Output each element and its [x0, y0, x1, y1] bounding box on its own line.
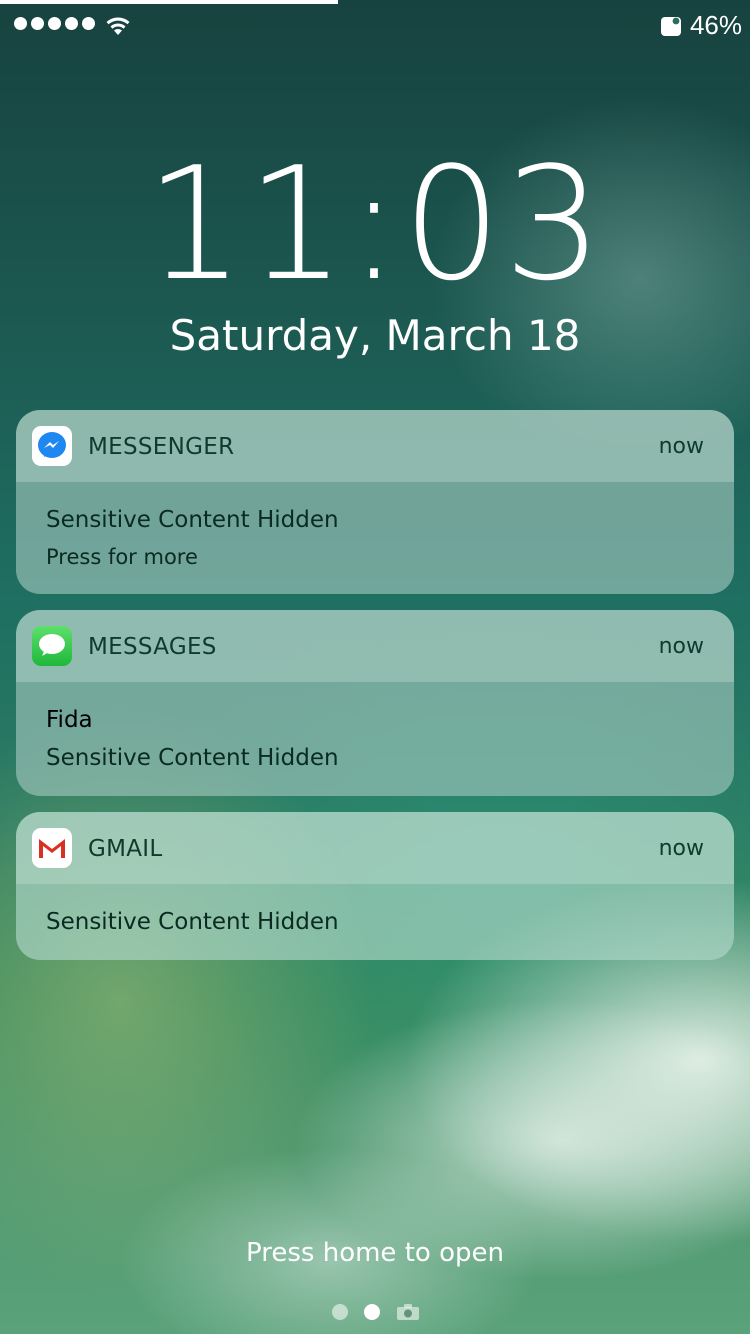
- camera-icon[interactable]: [396, 1303, 420, 1321]
- notification-app-name: GMAIL: [88, 836, 163, 862]
- notification-header: GMAIL now: [16, 812, 734, 884]
- notification-text: Sensitive Content Hidden: [46, 909, 339, 935]
- status-bar: 46%: [0, 0, 750, 50]
- notification-messenger[interactable]: MESSENGER now Sensitive Content Hidden P…: [16, 410, 734, 594]
- wifi-icon: [106, 17, 130, 35]
- notification-header: MESSENGER now: [16, 410, 734, 482]
- battery-indicator: 46%: [660, 10, 742, 41]
- lock-clock: 11:03: [145, 133, 605, 315]
- lock-date: Saturday, March 18: [169, 311, 581, 360]
- battery-percent: 46%: [689, 10, 742, 40]
- notification-app-name: MESSAGES: [88, 634, 217, 660]
- notification-messages[interactable]: MESSAGES now Fida Sensitive Content Hidd…: [16, 610, 734, 796]
- notification-subtext: Press for more: [46, 545, 198, 569]
- cellular-signal-icon: [14, 17, 95, 30]
- messages-icon: [32, 626, 72, 666]
- notification-header: MESSAGES now: [16, 610, 734, 682]
- gmail-icon: [32, 828, 72, 868]
- messenger-icon: [32, 426, 72, 466]
- notification-sender: Fida: [46, 707, 93, 733]
- page-dot[interactable]: [332, 1304, 348, 1320]
- page-dot-active[interactable]: [364, 1304, 380, 1320]
- notification-body: Sensitive Content Hidden: [16, 884, 734, 938]
- notification-body: Sensitive Content Hidden Press for more: [16, 482, 734, 572]
- notification-time: now: [658, 836, 704, 861]
- notification-text: Sensitive Content Hidden: [46, 507, 339, 533]
- orientation-lock-icon: [660, 16, 681, 36]
- notification-app-name: MESSENGER: [88, 434, 235, 460]
- notification-time: now: [658, 634, 704, 659]
- page-indicator[interactable]: [332, 1303, 420, 1321]
- notification-text: Sensitive Content Hidden: [46, 745, 339, 771]
- press-home-hint: Press home to open: [246, 1238, 504, 1268]
- notification-time: now: [658, 434, 704, 459]
- notification-gmail[interactable]: GMAIL now Sensitive Content Hidden: [16, 812, 734, 960]
- notification-body: Fida Sensitive Content Hidden: [16, 682, 734, 774]
